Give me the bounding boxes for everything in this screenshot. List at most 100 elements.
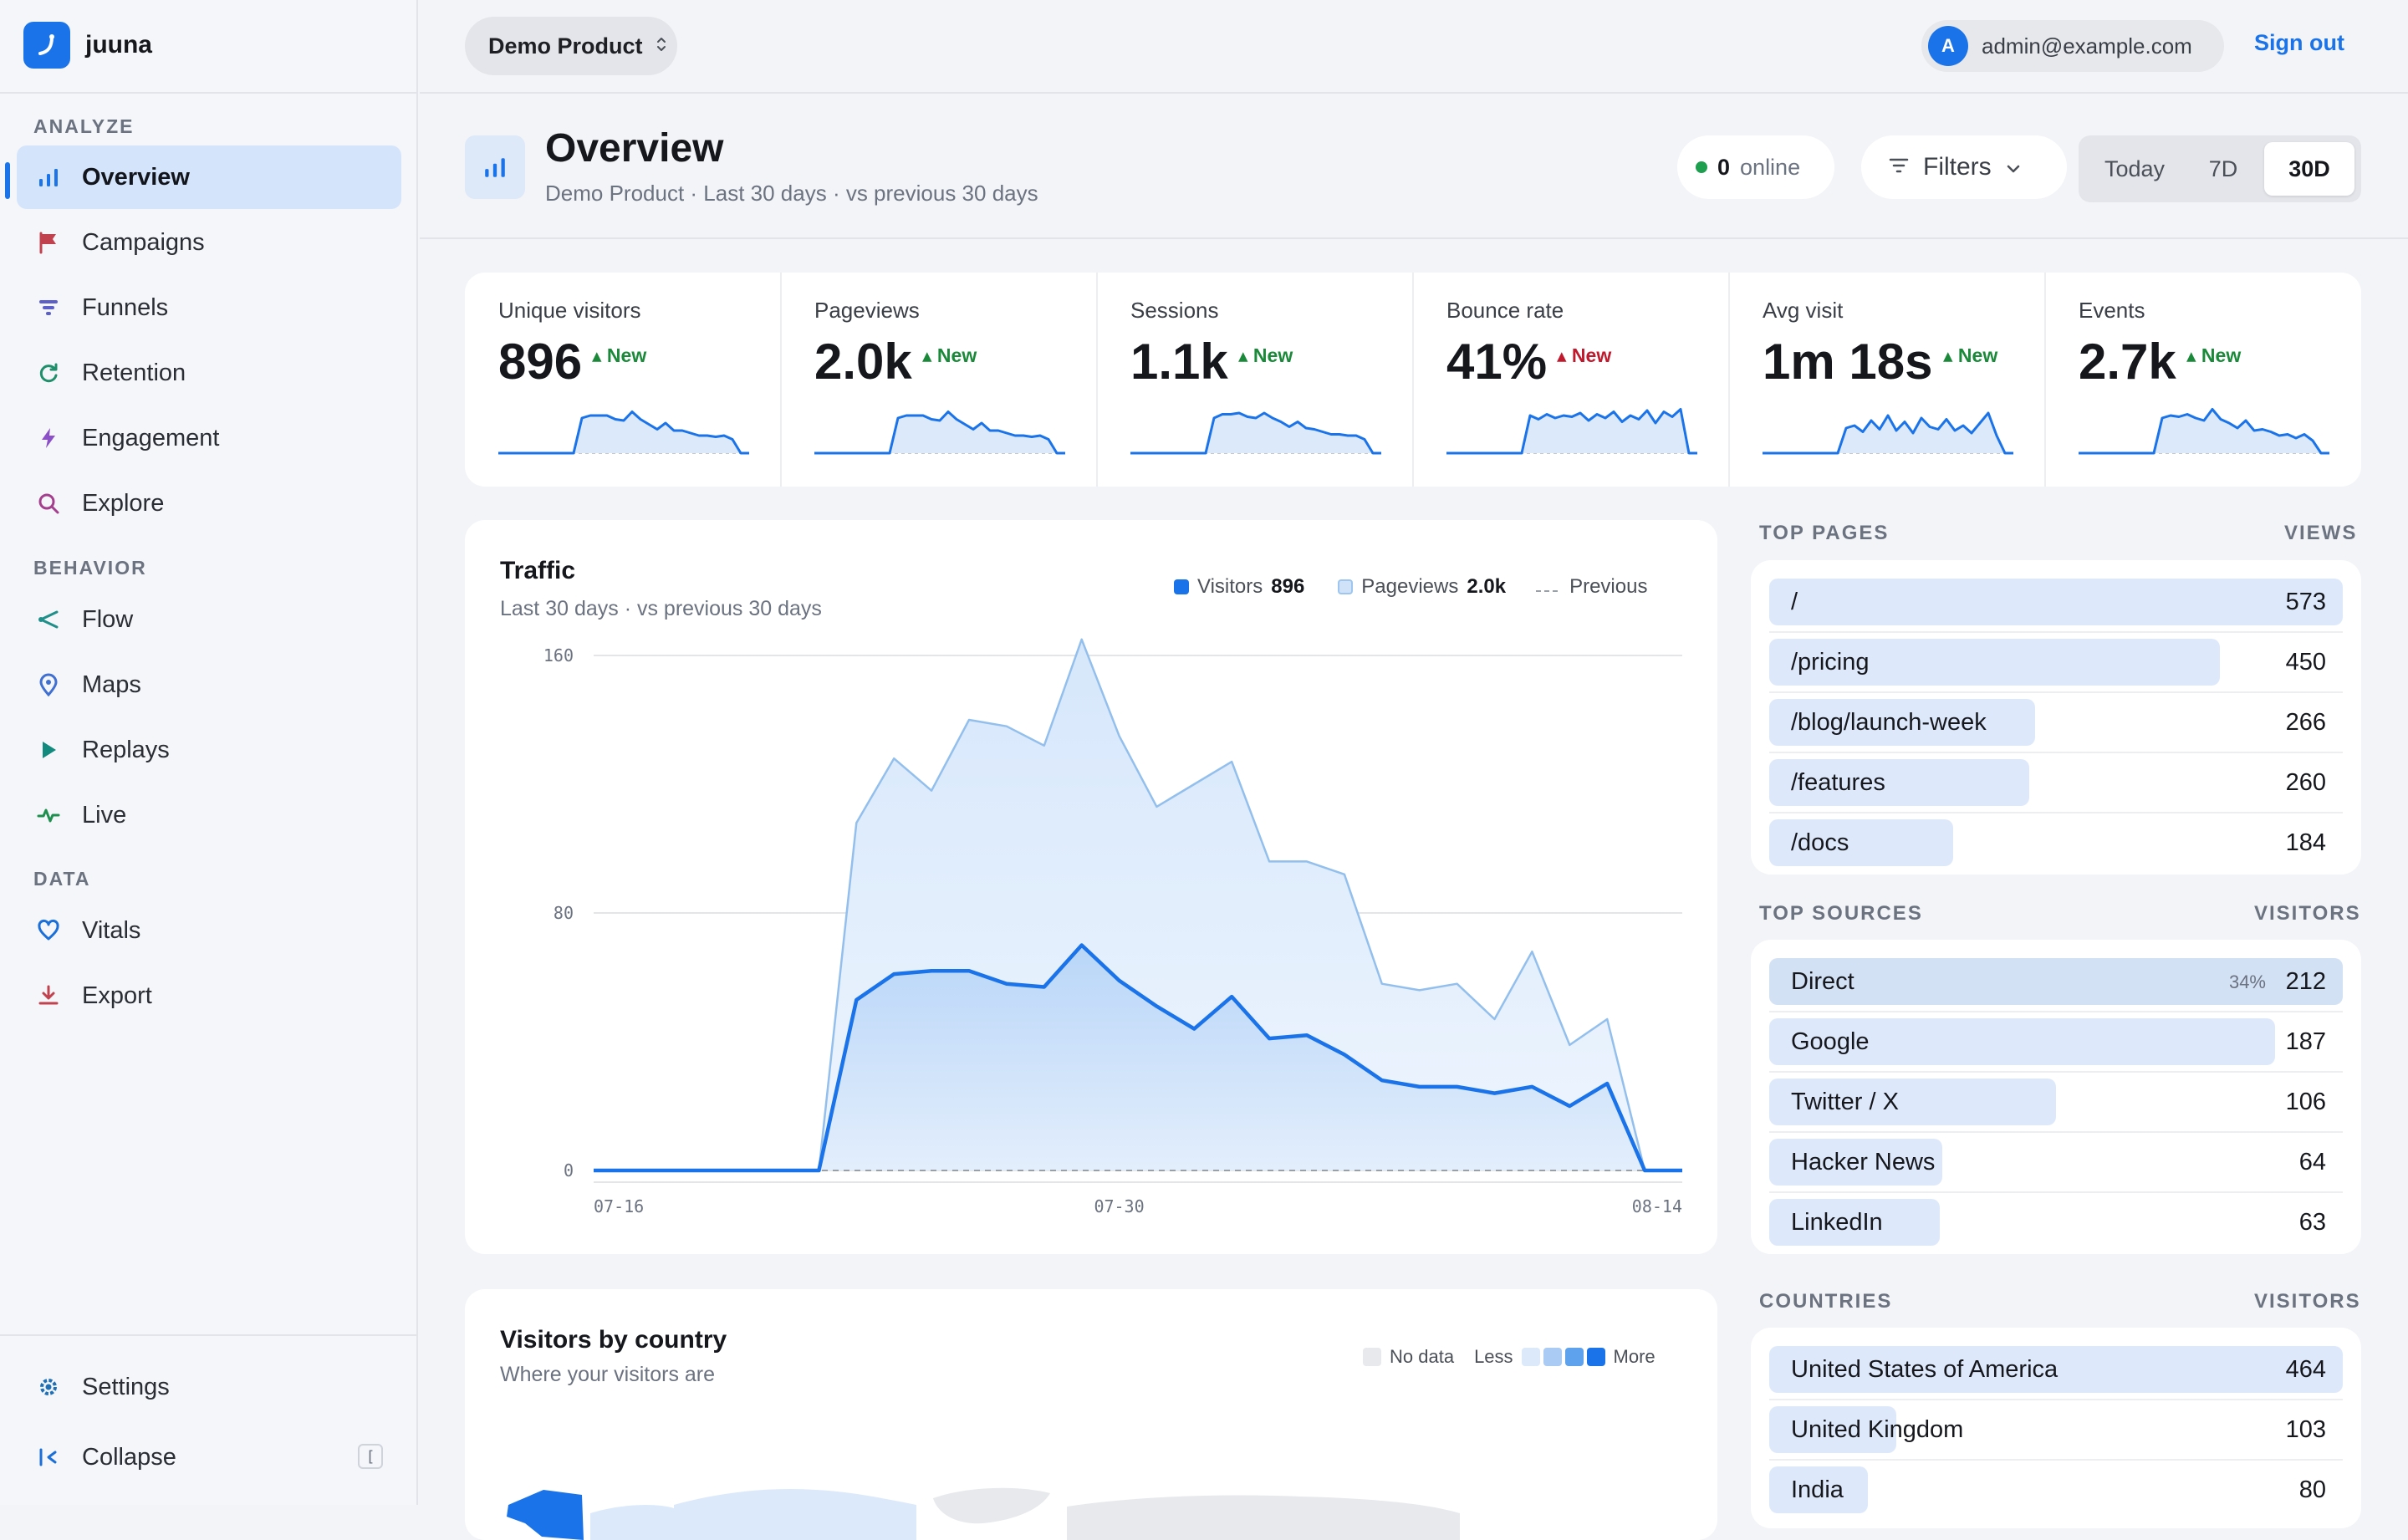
list-row[interactable]: /features260 xyxy=(1769,759,2343,806)
row-label: / xyxy=(1791,589,1798,616)
kpi-value: 2.0k xyxy=(814,333,912,390)
sidebar-bottom-divider xyxy=(0,1334,418,1336)
sidebar-item-maps[interactable]: Maps xyxy=(17,653,401,716)
list-row[interactable]: /pricing450 xyxy=(1769,639,2343,686)
sidebar-item-label: Maps xyxy=(82,671,141,699)
sidebar-item-settings[interactable]: Settings xyxy=(17,1355,401,1419)
product-selector[interactable]: Demo Product xyxy=(465,17,677,75)
sidebar-item-flow[interactable]: Flow xyxy=(17,588,401,651)
x-tick-label: 08-14 xyxy=(1632,1196,1682,1216)
kpi-sparkline xyxy=(1763,405,2013,458)
sidebar-item-export[interactable]: Export xyxy=(17,964,401,1028)
list-row[interactable]: United States of America 464 xyxy=(1769,1346,2343,1393)
kpi-trend-badge: ▴ New xyxy=(2186,344,2241,367)
brand[interactable]: juuna xyxy=(23,22,152,69)
top-pages-metric: VIEWS xyxy=(2284,522,2357,545)
sign-out-link[interactable]: Sign out xyxy=(2254,30,2344,56)
row-label: India xyxy=(1791,1476,1844,1504)
sidebar-item-live[interactable]: Live xyxy=(17,783,401,847)
row-label: Hacker News xyxy=(1791,1149,1935,1176)
sidebar-item-engagement[interactable]: Engagement xyxy=(17,406,401,470)
top-sources-card: Direct34%212 Google187 Twitter / X106 Hacke… xyxy=(1751,940,2361,1254)
user-menu[interactable]: A admin@example.com xyxy=(1921,20,2224,72)
row-value: 64 xyxy=(2299,1149,2326,1176)
kpi-value: 2.7k xyxy=(2079,333,2176,390)
filters-button[interactable]: Filters xyxy=(1861,135,2067,199)
countries-metric: VISITORS xyxy=(2254,1290,2361,1313)
row-divider xyxy=(1769,1131,2343,1133)
y-tick-label: 0 xyxy=(564,1160,574,1180)
list-row[interactable]: Hacker News 64 xyxy=(1769,1139,2343,1186)
list-row[interactable]: LinkedIn63 xyxy=(1769,1199,2343,1246)
row-value: 184 xyxy=(2286,829,2326,857)
y-tick-label: 80 xyxy=(554,903,574,923)
page-title: Overview xyxy=(545,125,723,171)
kpi-value: 1.1k xyxy=(1130,333,1228,390)
kpi-card[interactable]: Bounce rate41%▴ New xyxy=(1413,273,1729,487)
row-value: 464 xyxy=(2286,1356,2326,1384)
range-today-button[interactable]: Today xyxy=(2085,142,2184,196)
map-land-alaska xyxy=(507,1490,584,1540)
sidebar-item-retention[interactable]: Retention xyxy=(17,341,401,405)
kpi-card[interactable]: Avg visit1m 18s▴ New xyxy=(1729,273,2045,487)
kpi-divider xyxy=(1728,273,1730,487)
kpi-spark-area xyxy=(1763,413,2013,453)
sidebar-item-funnels[interactable]: Funnels xyxy=(17,276,401,339)
download-icon xyxy=(35,982,62,1009)
filter-icon xyxy=(1888,153,1910,181)
row-value: 187 xyxy=(2286,1028,2326,1056)
list-row[interactable]: Direct34%212 xyxy=(1769,958,2343,1005)
section-label-analyze: ANALYZE xyxy=(33,115,135,138)
bolt-icon xyxy=(35,425,62,451)
sidebar-divider xyxy=(0,92,418,94)
active-indicator xyxy=(5,162,10,199)
kpi-sparkline xyxy=(498,405,749,458)
kpi-card[interactable]: Events2.7k▴ New xyxy=(2045,273,2361,487)
sidebar-item-campaigns[interactable]: Campaigns xyxy=(17,211,401,274)
brand-logo-icon xyxy=(23,22,70,69)
row-label: /docs xyxy=(1791,829,1849,857)
list-row[interactable]: /573 xyxy=(1769,579,2343,625)
sidebar-item-replays[interactable]: Replays xyxy=(17,718,401,782)
map-land-eurasia xyxy=(1067,1496,1460,1540)
kpi-card[interactable]: Pageviews2.0k▴ New xyxy=(781,273,1097,487)
section-label-data: DATA xyxy=(33,868,90,890)
range-30d-button[interactable]: 30D xyxy=(2264,142,2354,196)
sidebar-item-vitals[interactable]: Vitals xyxy=(17,899,401,962)
avatar: A xyxy=(1928,26,1968,66)
range-7d-button[interactable]: 7D xyxy=(2187,142,2259,196)
heart-icon xyxy=(35,917,62,944)
row-percent: 34% xyxy=(2229,971,2266,993)
bar-chart-icon xyxy=(35,164,62,191)
list-row[interactable]: United Kingdom103 xyxy=(1769,1406,2343,1453)
row-label: United States of America xyxy=(1791,1356,2058,1384)
online-count: 0 xyxy=(1717,155,1730,181)
sidebar-item-overview[interactable]: Overview xyxy=(17,145,401,209)
online-label: online xyxy=(1740,155,1800,181)
row-value: 106 xyxy=(2286,1089,2326,1116)
kpi-value: 896 xyxy=(498,333,582,390)
top-pages-header: TOP PAGES xyxy=(1759,522,1889,545)
page-icon xyxy=(465,135,525,199)
top-pages-card: /573/pricing450/blog/launch-week266/feat… xyxy=(1751,560,2361,875)
kpi-label: Pageviews xyxy=(814,298,920,324)
row-divider xyxy=(1769,631,2343,633)
list-row[interactable]: /docs 184 xyxy=(1769,819,2343,866)
kpi-label: Bounce rate xyxy=(1446,298,1564,324)
filters-label: Filters xyxy=(1923,153,1992,181)
kpi-value: 41% xyxy=(1446,333,1547,390)
x-tick-label: 07-16 xyxy=(594,1196,644,1216)
kpi-card[interactable]: Unique visitors896▴ New xyxy=(465,273,781,487)
collapse-button[interactable]: Collapse xyxy=(17,1425,401,1489)
sidebar-item-explore[interactable]: Explore xyxy=(17,472,401,535)
list-row[interactable]: India80 xyxy=(1769,1466,2343,1513)
kpi-value: 1m 18s xyxy=(1763,333,1933,390)
sidebar-item-label: Engagement xyxy=(82,425,219,452)
row-label: United Kingdom xyxy=(1791,1416,1963,1444)
list-row[interactable]: /blog/launch-week266 xyxy=(1769,699,2343,746)
play-icon xyxy=(35,737,62,763)
list-row[interactable]: Google187 xyxy=(1769,1018,2343,1065)
kpi-card[interactable]: Sessions1.1k▴ New xyxy=(1097,273,1413,487)
list-row[interactable]: Twitter / X106 xyxy=(1769,1079,2343,1125)
sidebar-item-label: Collapse xyxy=(82,1444,176,1471)
